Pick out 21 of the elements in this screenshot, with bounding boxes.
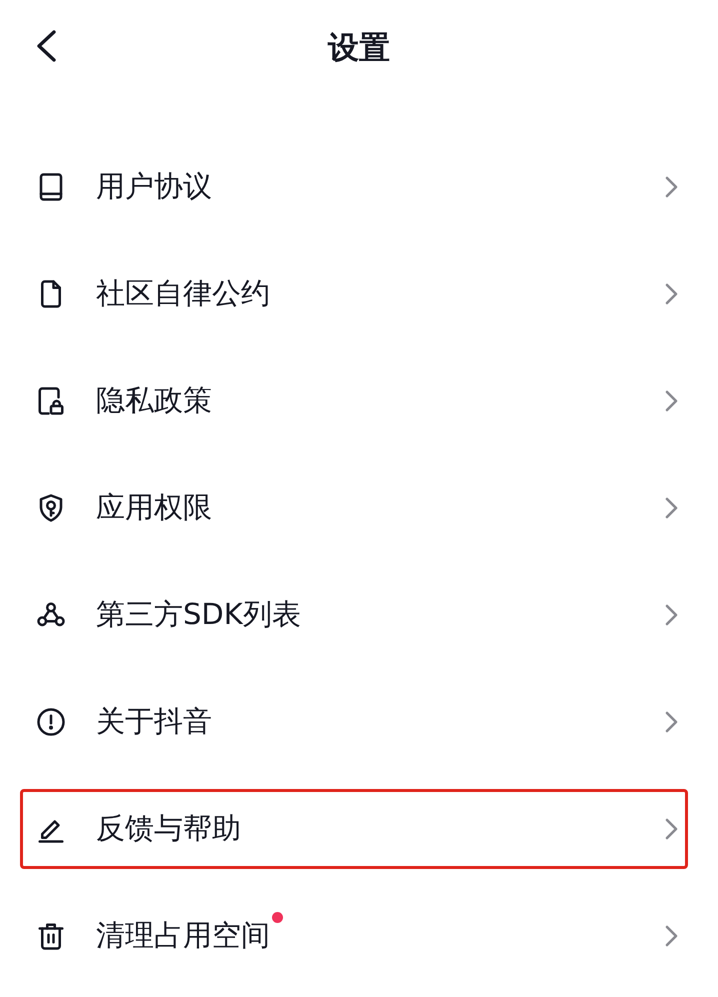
item-label: 应用权限 (96, 489, 212, 526)
item-label: 清理占用空间 (96, 917, 270, 954)
page-title: 设置 (328, 28, 390, 68)
back-icon (35, 30, 57, 62)
settings-item[interactable]: 反馈与帮助 (20, 789, 688, 869)
chevron-right-icon (665, 283, 679, 305)
item-label: 社区自律公约 (96, 275, 270, 312)
chevron-right-icon (665, 604, 679, 626)
chevron-right-icon (665, 925, 679, 947)
chevron-right-icon (665, 176, 679, 198)
item-label: 第三方SDK列表 (96, 596, 301, 633)
chevron-right-icon (665, 390, 679, 412)
item-label: 隐私政策 (96, 382, 212, 419)
chevron-right-icon (665, 497, 679, 519)
item-label: 关于抖音 (96, 703, 212, 740)
document-lock-icon (36, 385, 66, 417)
item-label: 用户协议 (96, 168, 212, 205)
exclamation-circle-icon (36, 706, 66, 738)
chevron-right-icon (665, 818, 679, 840)
item-label: 反馈与帮助 (96, 810, 241, 847)
chevron-right-icon (665, 711, 679, 733)
